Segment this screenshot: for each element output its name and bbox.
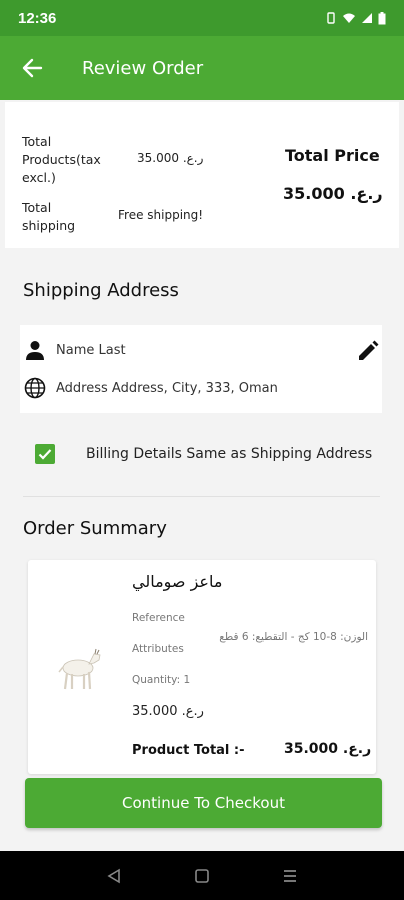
product-quantity: Quantity: 1 <box>132 674 191 686</box>
product-price: ر.ع. 35.000 <box>132 704 204 719</box>
app-bar: Review Order <box>0 36 404 100</box>
status-time: 12:36 <box>18 9 57 27</box>
total-products-value: ر.ع. 35.000 <box>137 151 204 165</box>
page-title: Review Order <box>82 57 204 79</box>
billing-same-label: Billing Details Same as Shipping Address <box>86 446 373 462</box>
product-reference-label: Reference <box>132 612 185 624</box>
product-total-label: Product Total :- <box>132 743 245 758</box>
product-card: ماعز صومالي Reference Attributes الوزن: … <box>28 560 376 774</box>
wifi-icon <box>343 13 355 23</box>
back-button[interactable] <box>0 36 64 100</box>
total-products-label: Total Products(tax excl.) <box>22 134 101 185</box>
shipping-address-row: Address Address, City, 333, Oman <box>24 377 278 399</box>
total-shipping-value: Free shipping! <box>118 208 204 222</box>
battery-icon <box>378 11 386 24</box>
order-summary-heading: Order Summary <box>23 518 167 539</box>
product-total-value: ر.ع. 35.000 <box>284 741 372 757</box>
total-price-value: ر.ع. 35.000 <box>283 184 383 203</box>
back-arrow-icon <box>22 58 43 78</box>
nav-home-button[interactable] <box>187 861 217 891</box>
shipping-name-row: Name Last <box>24 339 126 361</box>
nav-back-icon <box>107 868 120 883</box>
nav-recents-icon <box>284 869 296 882</box>
vibrate-icon <box>327 12 335 24</box>
billing-same-row: Billing Details Same as Shipping Address <box>35 444 372 464</box>
shipping-name: Name Last <box>56 342 126 358</box>
product-attributes-label: Attributes <box>132 643 184 655</box>
edit-pencil-icon <box>359 340 379 360</box>
shipping-address-text: Address Address, City, 333, Oman <box>56 380 278 396</box>
status-bar: 12:36 <box>0 0 404 36</box>
billing-same-checkbox[interactable] <box>35 444 55 464</box>
total-shipping-label: Total shipping <box>22 200 76 233</box>
status-icons <box>325 11 386 25</box>
nav-back-button[interactable] <box>99 861 129 891</box>
nav-recents-button[interactable] <box>275 861 305 891</box>
edit-address-button[interactable] <box>356 339 380 363</box>
system-nav-bar <box>0 851 404 900</box>
product-name: ماعز صومالي <box>132 572 223 591</box>
signal-icon <box>362 13 372 23</box>
product-attributes-value: الوزن: 8-10 كج - التقطيع: 6 قطع <box>219 631 368 643</box>
continue-checkout-button[interactable]: Continue To Checkout <box>25 778 382 828</box>
divider <box>23 496 380 497</box>
globe-icon <box>24 377 46 399</box>
checkmark-icon <box>38 449 52 460</box>
nav-home-icon <box>195 868 209 883</box>
price-summary-card: Total Products(tax excl.) ر.ع. 35.000 To… <box>5 102 399 248</box>
total-price-title: Total Price <box>285 146 380 165</box>
product-image <box>58 648 101 690</box>
shipping-address-heading: Shipping Address <box>23 280 179 301</box>
person-icon <box>26 341 44 360</box>
shipping-address-card: Name Last Address Address, City, 333, Om… <box>20 325 382 413</box>
